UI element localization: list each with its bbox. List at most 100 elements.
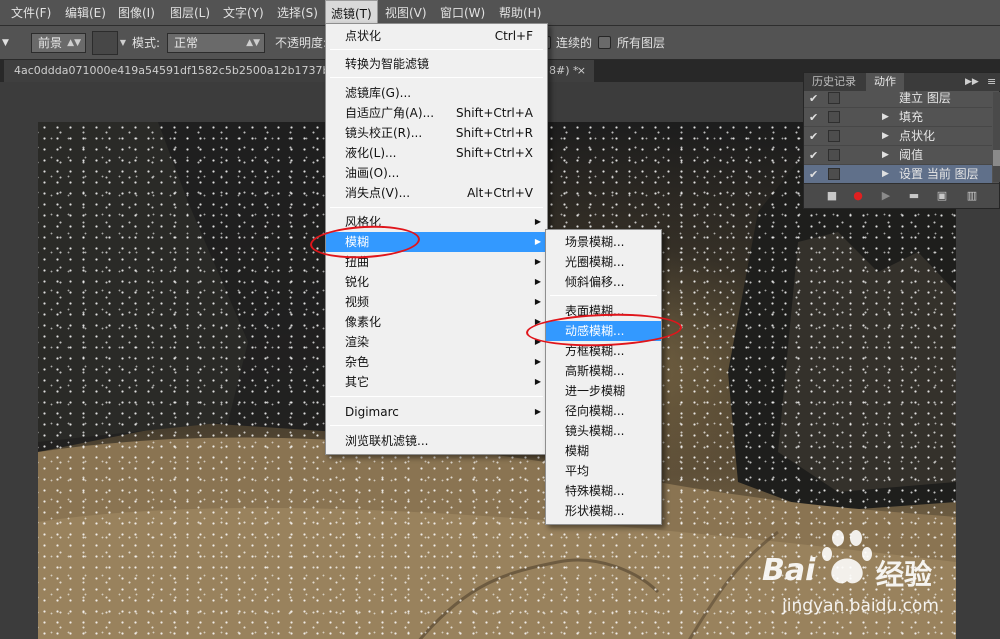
submenu-arrow-icon: ▶ (534, 217, 541, 226)
check-icon[interactable]: ✔ (809, 165, 818, 184)
menu-separator (330, 396, 543, 397)
submenu-item-average[interactable]: 平均 (546, 461, 661, 481)
action-label: 设置 当前 图层 (899, 167, 979, 181)
submenu-item-blur[interactable]: 模糊 (546, 441, 661, 461)
submenu-item-tilt-shift[interactable]: 倾斜偏移... (546, 272, 661, 292)
expand-triangle-icon[interactable]: ▶ (882, 146, 889, 165)
check-icon[interactable]: ✔ (809, 89, 818, 108)
new-action-icon[interactable]: ▣ (934, 188, 950, 204)
dialog-toggle-box[interactable] (828, 111, 840, 123)
panel-scrollbar[interactable] (993, 92, 1000, 182)
menu-item-label: 滤镜库(G)... (345, 86, 412, 100)
check-icon[interactable]: ✔ (809, 146, 818, 165)
submenu-arrow-icon: ▶ (534, 357, 541, 366)
menu-item-liquify[interactable]: 液化(L)... Shift+Ctrl+X (326, 143, 547, 163)
close-icon[interactable]: × (577, 60, 586, 82)
expand-triangle-icon[interactable]: ▶ (882, 127, 889, 146)
menu-item-label: 径向模糊... (565, 404, 625, 418)
menu-item-label: 消失点(V)... (345, 186, 411, 200)
submenu-arrow-icon: ▶ (534, 257, 541, 266)
mode-value: 正常 (174, 36, 199, 50)
menu-item-oil-paint[interactable]: 油画(O)... (326, 163, 547, 183)
tool-preset-dropdown[interactable]: ▼ (2, 33, 22, 53)
new-set-folder-icon[interactable]: ▬ (906, 188, 922, 204)
action-row[interactable]: ✔ ▶ 阈值 (804, 146, 992, 165)
menu-item-label: 视频 (345, 295, 370, 309)
submenu-item-gaussian-blur[interactable]: 高斯模糊... (546, 361, 661, 381)
menu-item-label: 形状模糊... (565, 504, 625, 518)
menu-separator (330, 207, 543, 208)
menu-item-digimarc[interactable]: Digimarc ▶ (326, 402, 547, 422)
submenu-item-iris-blur[interactable]: 光圈模糊... (546, 252, 661, 272)
baidu-jingyan-watermark: Bai 经验 jingyan.baidu.com (760, 525, 1000, 637)
menu-item-adaptive-wide-angle[interactable]: 自适应广角(A)... Shift+Ctrl+A (326, 103, 547, 123)
menu-item-noise[interactable]: 杂色 ▶ (326, 352, 547, 372)
menu-edit[interactable]: 编辑(E) (60, 0, 111, 26)
submenu-item-lens-blur[interactable]: 镜头模糊... (546, 421, 661, 441)
submenu-item-radial-blur[interactable]: 径向模糊... (546, 401, 661, 421)
menu-select[interactable]: 选择(S) (272, 0, 323, 26)
menu-separator (330, 425, 543, 426)
action-row-selected[interactable]: ✔ ▶ 设置 当前 图层 (804, 165, 992, 184)
submenu-arrow-icon: ▶ (534, 407, 541, 416)
trash-icon[interactable]: ▥ (964, 188, 980, 204)
submenu-item-field-blur[interactable]: 场景模糊... (546, 232, 661, 252)
menu-item-browse-online-filters[interactable]: 浏览联机滤镜... (326, 431, 547, 451)
document-title-end: 8#) * (549, 64, 579, 77)
action-row[interactable]: ✔ ▶ 点状化 (804, 127, 992, 146)
menu-item-filter-gallery[interactable]: 滤镜库(G)... (326, 83, 547, 103)
menu-item-lens-correction[interactable]: 镜头校正(R)... Shift+Ctrl+R (326, 123, 547, 143)
submenu-item-blur-more[interactable]: 进一步模糊 (546, 381, 661, 401)
mode-dropdown[interactable]: 正常 ▲▼ (167, 33, 265, 53)
menu-item-label: 杂色 (345, 355, 370, 369)
chevron-down-icon: ▼ (2, 38, 9, 48)
action-row[interactable]: ✔ 建立 图层 (804, 89, 992, 108)
menu-item-label: 液化(L)... (345, 146, 397, 160)
expand-triangle-icon[interactable]: ▶ (882, 165, 889, 184)
scrollbar-thumb[interactable] (993, 150, 1000, 166)
dialog-toggle-box[interactable] (828, 168, 840, 180)
fill-source-dropdown[interactable]: 前景 ▲▼ (31, 33, 86, 53)
menu-item-label: 浏览联机滤镜... (345, 434, 429, 448)
stop-icon[interactable]: ■ (824, 188, 840, 204)
record-icon[interactable]: ● (850, 188, 866, 204)
menu-file[interactable]: 文件(F) (6, 0, 56, 26)
dialog-toggle-box[interactable] (828, 149, 840, 161)
menu-item-label: 平均 (565, 464, 590, 478)
menu-type[interactable]: 文字(Y) (218, 0, 269, 26)
menu-item-label: 渲染 (345, 335, 370, 349)
menu-item-sharpen[interactable]: 锐化 ▶ (326, 272, 547, 292)
menu-item-last-filter[interactable]: 点状化 Ctrl+F (326, 26, 547, 46)
shortcut-text: Shift+Ctrl+X (456, 146, 533, 160)
fill-source-value: 前景 (38, 36, 63, 50)
menu-item-convert-smart[interactable]: 转换为智能滤镜 (326, 54, 547, 74)
submenu-arrow-icon: ▶ (534, 377, 541, 386)
submenu-item-smart-blur[interactable]: 特殊模糊... (546, 481, 661, 501)
all-layers-checkbox[interactable] (598, 36, 611, 49)
menu-item-video[interactable]: 视频 ▶ (326, 292, 547, 312)
check-icon[interactable]: ✔ (809, 127, 818, 146)
action-row[interactable]: ✔ ▶ 填充 (804, 108, 992, 127)
expand-triangle-icon[interactable]: ▶ (882, 108, 889, 127)
play-icon[interactable]: ▶ (878, 188, 894, 204)
menu-layer[interactable]: 图层(L) (165, 0, 215, 26)
submenu-item-shape-blur[interactable]: 形状模糊... (546, 501, 661, 521)
menu-item-label: 油画(O)... (345, 166, 400, 180)
menu-item-label: 模糊 (565, 444, 590, 458)
all-layers-label: 所有图层 (617, 36, 666, 50)
menu-item-label: 像素化 (345, 315, 382, 329)
menu-item-pixelate[interactable]: 像素化 ▶ (326, 312, 547, 332)
pattern-picker[interactable]: ▼ (92, 31, 126, 55)
menu-item-label: 自适应广角(A)... (345, 106, 435, 120)
check-icon[interactable]: ✔ (809, 108, 818, 127)
menu-image[interactable]: 图像(I) (113, 0, 160, 26)
menu-item-other[interactable]: 其它 ▶ (326, 372, 547, 392)
action-label: 建立 图层 (899, 91, 951, 105)
menu-item-label: Digimarc (345, 405, 399, 419)
menu-item-label: 进一步模糊 (565, 384, 626, 398)
dialog-toggle-box[interactable] (828, 130, 840, 142)
menu-item-vanishing-point[interactable]: 消失点(V)... Alt+Ctrl+V (326, 183, 547, 203)
menu-item-render[interactable]: 渲染 ▶ (326, 332, 547, 352)
dialog-toggle-box[interactable] (828, 92, 840, 104)
actions-panel: 历史记录 动作 ▶▶ ≡ ✔ 建立 图层 ✔ ▶ 填充 ✔ ▶ 点状化 ✔ ▶ … (803, 72, 1000, 209)
